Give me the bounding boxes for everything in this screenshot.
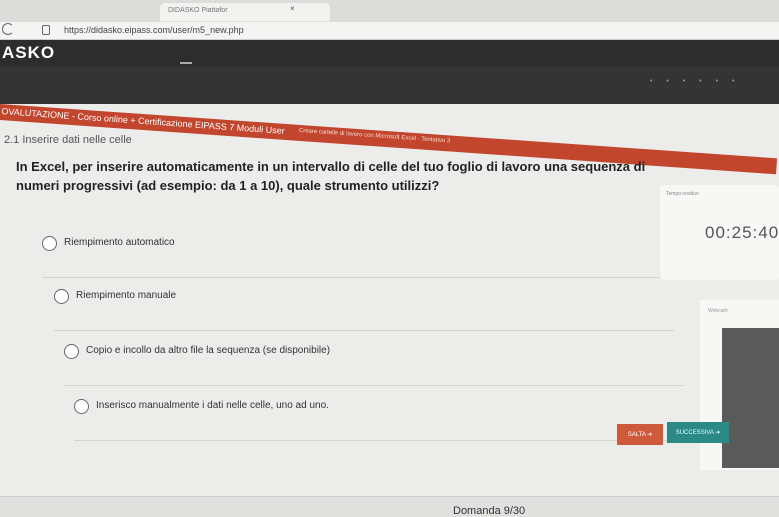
screen: DIDASKO Piattafor × https://didasko.eipa…	[0, 0, 779, 517]
browser-tab[interactable]: DIDASKO Piattafor	[160, 3, 330, 21]
webcam-label: Webcam	[708, 308, 728, 314]
address-bar[interactable]: https://didasko.eipass.com/user/m5_new.p…	[0, 22, 779, 40]
footer: Domanda 9/30	[0, 496, 779, 517]
webcam-card: Webcam	[700, 300, 779, 470]
question-text: In Excel, per inserire automaticamente i…	[16, 157, 656, 195]
answer-option[interactable]: Inserisco manualmente i dati nelle celle…	[74, 397, 694, 441]
radio-button[interactable]	[54, 289, 69, 304]
tab-title: DIDASKO Piattafor	[168, 7, 228, 14]
answer-option[interactable]: Riempimento manuale	[54, 287, 674, 331]
question-body: In Excel, per inserire automaticamente i…	[16, 159, 646, 193]
sub-header: • • • • • •	[0, 66, 779, 104]
skip-button[interactable]: SALTA ➔	[617, 424, 663, 445]
option-label[interactable]: Riempimento automatico	[64, 237, 175, 248]
toolbar-icons: • • • • • •	[650, 78, 741, 85]
tab-close-icon[interactable]: ×	[290, 4, 295, 13]
app-header: ASKO	[0, 40, 779, 72]
timer-card: Tempo residuo 00:25:40	[660, 185, 779, 280]
option-label[interactable]: Copio e incollo da altro file la sequenz…	[86, 345, 330, 356]
answer-option[interactable]: Copio e incollo da altro file la sequenz…	[64, 342, 684, 386]
reload-icon[interactable]	[2, 23, 14, 35]
radio-button[interactable]	[42, 236, 57, 251]
answer-option[interactable]: Riempimento automatico	[42, 234, 662, 278]
url-text[interactable]: https://didasko.eipass.com/user/m5_new.p…	[64, 25, 244, 35]
webcam-preview	[722, 328, 779, 468]
option-label[interactable]: Riempimento manuale	[76, 290, 176, 301]
browser-tab-bar: DIDASKO Piattafor ×	[0, 0, 779, 22]
option-label[interactable]: Inserisco manualmente i dati nelle celle…	[96, 400, 329, 411]
app-logo[interactable]: ASKO	[2, 43, 55, 63]
breadcrumb-extra: Creare cartelle di lavoro con Microsoft …	[298, 127, 451, 145]
lock-icon	[42, 25, 50, 35]
section-title: 2.1 Inserire dati nelle celle	[4, 134, 132, 146]
timer-label: Tempo residuo	[666, 191, 699, 197]
timer-value: 00:25:40	[705, 223, 779, 242]
next-button[interactable]: SUCCESSIVA ➔	[667, 422, 729, 443]
radio-button[interactable]	[74, 399, 89, 414]
radio-button[interactable]	[64, 344, 79, 359]
question-counter: Domanda 9/30	[453, 505, 526, 517]
breadcrumb[interactable]: OVALUTAZIONE - Corso online + Certificaz…	[1, 106, 285, 136]
